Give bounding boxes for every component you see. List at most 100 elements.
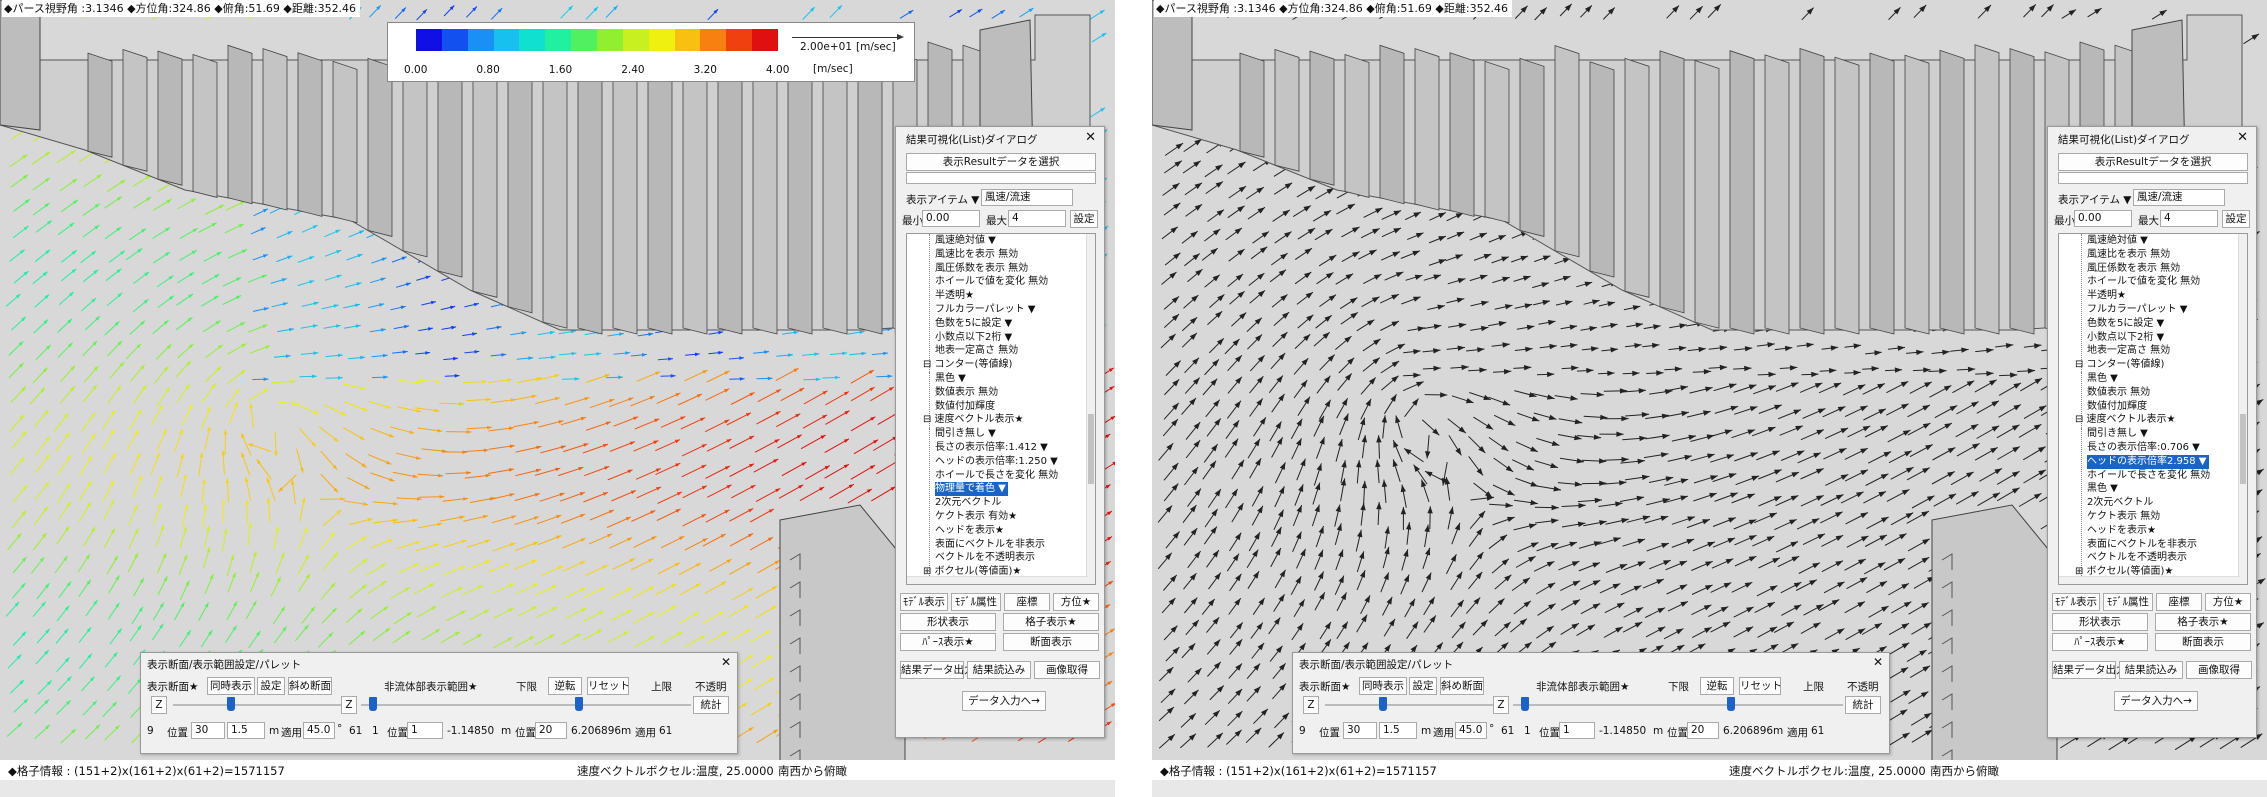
tree-item[interactable]: 小数点以下2桁 ▼	[2087, 331, 2164, 345]
tree-item[interactable]: 地表一定高さ 無効	[2087, 344, 2170, 358]
viewport-panel-left[interactable]: ◆パース視野角 :3.1346 ◆方位角:324.86 ◆俯角:51.69 ◆距…	[0, 0, 1115, 797]
tree-item[interactable]: 間引き無し ▼	[2087, 427, 2148, 441]
tree-item[interactable]: 長さの表示倍率:1.412 ▼	[935, 441, 1048, 455]
tree-vertical-scrollbar[interactable]	[1086, 234, 1095, 584]
tree-item[interactable]: ヘッドの表示倍率:1.250 ▼	[935, 455, 1058, 469]
lower-position-input[interactable]: 1	[407, 722, 443, 739]
min-input[interactable]: 0.00	[2074, 210, 2132, 227]
tree-horizontal-scrollbar[interactable]	[2059, 576, 2240, 584]
model-attribute-button[interactable]: ﾓﾃﾞﾙ属性	[951, 593, 1001, 611]
display-item-dropdown[interactable]: 表示アイテム ▼	[2058, 192, 2131, 207]
section-slider-thumb[interactable]	[1379, 697, 1387, 711]
tree-item[interactable]: 表面にベクトルを非表示	[935, 538, 1045, 552]
reset-button[interactable]: リセット	[587, 677, 630, 695]
settings-tree[interactable]: 風速絶対値 ▼ 風速比を表示 無効 風圧係数を表示 無効 ホイールで値を変化 無効 半透…	[906, 233, 1096, 585]
settings-tree[interactable]: 風速絶対値 ▼ 風速比を表示 無効 風圧係数を表示 無効 ホイールで値を変化 無効 半透…	[2058, 233, 2248, 585]
tree-item[interactable]: ケクト表示 無効	[2087, 510, 2160, 524]
shape-display-button[interactable]: 形状表示	[900, 613, 996, 631]
tree-item[interactable]: 風速絶対値 ▼	[935, 234, 996, 248]
tree-item[interactable]: ベクトルを不透明表示	[2087, 551, 2187, 565]
reverse-button[interactable]: 逆転	[1700, 677, 1734, 695]
tree-item[interactable]: 風圧係数を表示 無効	[2087, 262, 2180, 276]
tree-item[interactable]: 2次元ベクトル	[2087, 496, 2153, 510]
tree-item[interactable]: ホイールで値を変化 無効	[935, 275, 1048, 289]
load-result-button[interactable]: 結果読込み	[2119, 661, 2183, 679]
export-result-button[interactable]: 結果データ出力	[2052, 661, 2127, 679]
tree-item[interactable]: 長さの表示倍率:0.706 ▼	[2087, 441, 2200, 455]
azimuth-button[interactable]: 方位★	[1053, 593, 1099, 611]
tree-item[interactable]: 半透明★	[2087, 289, 2126, 303]
export-result-button[interactable]: 結果データ出力	[900, 661, 975, 679]
perspective-display-button[interactable]: ﾊﾟｰｽ表示★	[900, 633, 996, 651]
tree-item[interactable]: 色数を5に設定 ▼	[935, 317, 1012, 331]
grid-display-button[interactable]: 格子表示★	[2155, 613, 2251, 631]
tree-item[interactable]: 表面にベクトルを非表示	[2087, 538, 2197, 552]
tree-item[interactable]: ヘッドの表示倍率2.958 ▼	[2087, 454, 2209, 469]
tree-item[interactable]: 数値付加輝度	[2087, 400, 2147, 414]
display-item-value[interactable]: 風速/流速	[981, 189, 1073, 206]
model-display-button[interactable]: ﾓﾃﾞﾙ表示	[2052, 593, 2100, 611]
tree-item[interactable]: フルカラーパレット ▼	[935, 303, 1035, 317]
section-display-button[interactable]: 断面表示	[1003, 633, 1099, 651]
lower-range-thumb[interactable]	[369, 697, 377, 711]
angle-input[interactable]: 45.0	[1455, 722, 1487, 739]
step-input[interactable]: 1.5	[1379, 722, 1417, 739]
tree-item[interactable]: 半透明★	[935, 289, 974, 303]
grid-display-button[interactable]: 格子表示★	[1003, 613, 1099, 631]
tree-item[interactable]: ヘッドを表示★	[2087, 524, 2156, 538]
max-input[interactable]: 4	[1008, 210, 1066, 227]
statistics-button[interactable]: 統計	[693, 696, 729, 714]
upper-range-thumb[interactable]	[1727, 697, 1735, 711]
coordinate-button[interactable]: 座標	[2156, 593, 2202, 611]
min-input[interactable]: 0.00	[922, 210, 980, 227]
lower-position-input[interactable]: 1	[1559, 722, 1595, 739]
close-icon[interactable]: ✕	[1873, 655, 1883, 669]
result-data-field[interactable]	[906, 172, 1096, 184]
capture-image-button[interactable]: 画像取得	[2186, 661, 2252, 679]
nonfluid-range-slider[interactable]	[1513, 704, 1843, 706]
max-input[interactable]: 4	[2160, 210, 2218, 227]
tree-item[interactable]: 物理量で着色 ▼	[935, 482, 1008, 497]
tree-item[interactable]: ベクトルを不透明表示	[935, 551, 1035, 565]
tree-item[interactable]: 黒色 ▼	[935, 372, 966, 386]
tree-item[interactable]: ホイールで長さを変化 無効	[935, 469, 1058, 483]
viewport-panel-right[interactable]: ◆パース視野角 :3.1346 ◆方位角:324.86 ◆俯角:51.69 ◆距…	[1152, 0, 2267, 797]
tree-item[interactable]: 地表一定高さ 無効	[935, 344, 1018, 358]
sync-display-button[interactable]: 同時表示	[1359, 677, 1407, 695]
reset-button[interactable]: リセット	[1739, 677, 1782, 695]
nonfluid-range-slider[interactable]	[361, 704, 691, 706]
close-icon[interactable]: ✕	[2237, 130, 2248, 145]
tree-item[interactable]: 風速比を表示 無効	[935, 248, 1018, 262]
tree-item[interactable]: ホイールで長さを変化 無効	[2087, 469, 2210, 483]
section-slider-thumb[interactable]	[227, 697, 235, 711]
tree-horizontal-scrollbar[interactable]	[907, 576, 1088, 584]
tree-item[interactable]: 黒色 ▼	[2087, 372, 2118, 386]
upper-range-thumb[interactable]	[575, 697, 583, 711]
section-axis-button[interactable]: Z	[151, 696, 167, 714]
step-input[interactable]: 1.5	[227, 722, 265, 739]
oblique-section-button[interactable]: 斜め断面	[288, 677, 332, 695]
display-item-value[interactable]: 風速/流速	[2133, 189, 2225, 206]
tree-vertical-scrollbar[interactable]	[2238, 234, 2247, 584]
data-input-button[interactable]: データ入力へ→	[2114, 691, 2198, 711]
tree-item[interactable]: 色数を5に設定 ▼	[2087, 317, 2164, 331]
section-display-button[interactable]: 断面表示	[2155, 633, 2251, 651]
capture-image-button[interactable]: 画像取得	[1034, 661, 1100, 679]
tree-item[interactable]: ホイールで値を変化 無効	[2087, 275, 2200, 289]
set-range-button[interactable]: 設定	[2222, 210, 2250, 228]
statistics-button[interactable]: 統計	[1845, 696, 1881, 714]
select-result-data-button[interactable]: 表示Resultデータを選択	[2058, 153, 2248, 171]
shape-display-button[interactable]: 形状表示	[2052, 613, 2148, 631]
close-icon[interactable]: ✕	[1085, 130, 1096, 145]
select-result-data-button[interactable]: 表示Resultデータを選択	[906, 153, 1096, 171]
perspective-display-button[interactable]: ﾊﾟｰｽ表示★	[2052, 633, 2148, 651]
position-input[interactable]: 30	[1343, 722, 1377, 739]
oblique-section-button[interactable]: 斜め断面	[1440, 677, 1484, 695]
section-slider[interactable]	[173, 704, 341, 706]
section-axis-button[interactable]: Z	[1303, 696, 1319, 714]
tree-item[interactable]: ⊟ コンター(等値線)	[923, 358, 1012, 372]
set-range-button[interactable]: 設定	[1070, 210, 1098, 228]
tree-item[interactable]: ケクト表示 有効★	[935, 510, 1017, 524]
angle-input[interactable]: 45.0	[303, 722, 335, 739]
coordinate-button[interactable]: 座標	[1004, 593, 1050, 611]
